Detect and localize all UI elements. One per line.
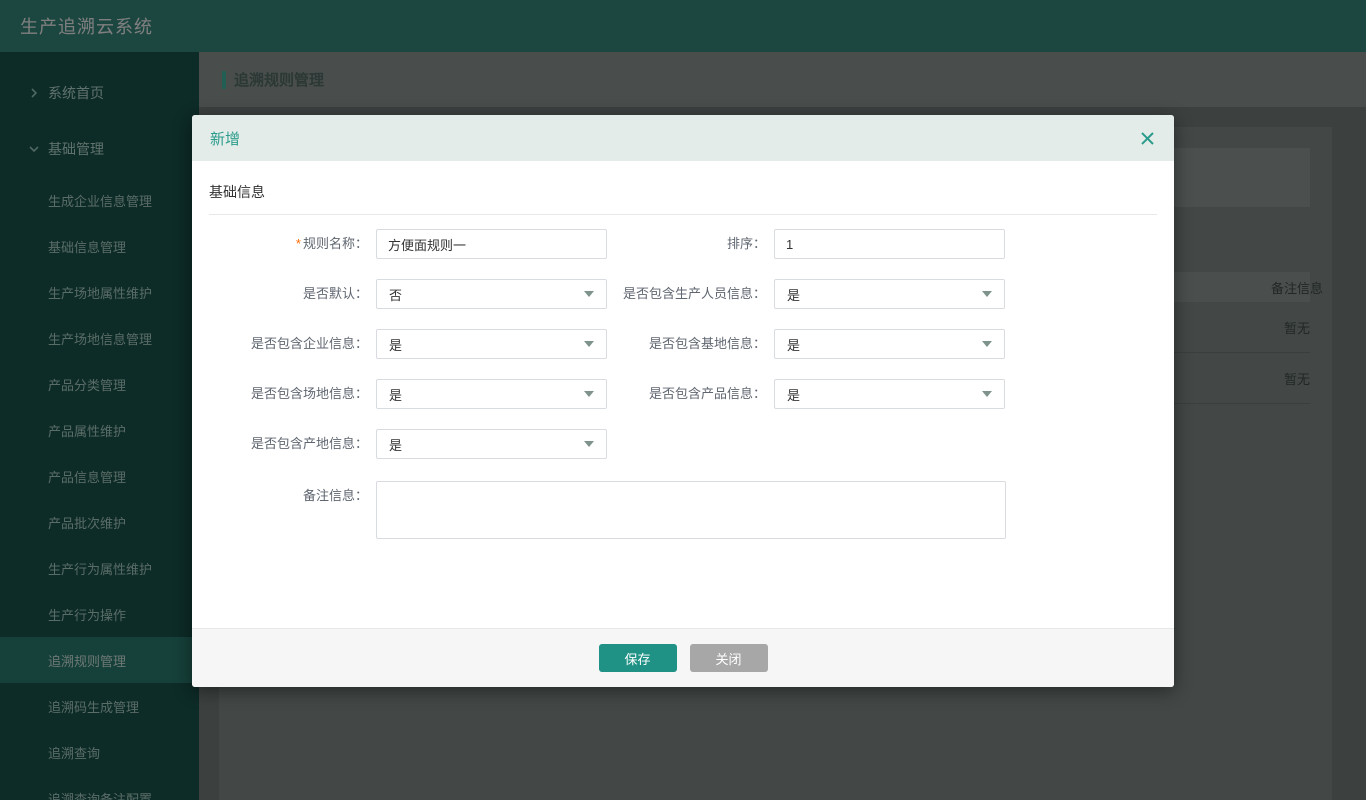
select-value: 是 — [389, 335, 402, 354]
dropdown-caret-icon — [982, 341, 992, 347]
field-include-base: 是否包含基地信息： 是 — [498, 329, 1005, 359]
dropdown-caret-icon — [982, 291, 992, 297]
close-button[interactable]: 关闭 — [690, 644, 768, 672]
modal-footer: 保存 关闭 — [192, 628, 1174, 687]
field-label: 是否包含场地信息： — [192, 379, 368, 409]
field-label: 是否包含企业信息： — [192, 329, 368, 359]
app-root: 生产追溯云系统 系统首页 基础管理 生成企业信息管理 基础信息管理 生产场地属性… — [0, 0, 1366, 800]
select-value: 是 — [389, 385, 402, 404]
dropdown-caret-icon — [982, 391, 992, 397]
field-label: 规则名称： — [303, 236, 368, 251]
field-label: 排序： — [498, 229, 766, 259]
field-label: 是否包含生产人员信息： — [498, 279, 766, 309]
field-remark: 备注信息： — [192, 481, 1006, 539]
field-label: 是否默认： — [192, 279, 368, 309]
save-button[interactable]: 保存 — [599, 644, 677, 672]
field-include-origin: 是否包含产地信息： 是 — [192, 429, 607, 459]
include-base-select[interactable]: 是 — [774, 329, 1005, 359]
include-product-select[interactable]: 是 — [774, 379, 1005, 409]
remark-textarea[interactable] — [376, 481, 1006, 539]
field-sort-order: 排序： — [498, 229, 1005, 259]
field-label: 是否包含产地信息： — [192, 429, 368, 459]
select-value: 是 — [787, 335, 800, 354]
select-value: 是 — [787, 285, 800, 304]
section-title: 基础信息 — [209, 161, 1157, 215]
include-origin-select[interactable]: 是 — [376, 429, 607, 459]
modal-header: 新增 — [192, 115, 1174, 161]
modal-title: 新增 — [210, 128, 240, 149]
field-label: 备注信息： — [192, 481, 368, 511]
select-value: 是 — [787, 385, 800, 404]
sort-order-input[interactable] — [774, 229, 1005, 259]
field-include-product: 是否包含产品信息： 是 — [498, 379, 1005, 409]
field-include-personnel: 是否包含生产人员信息： 是 — [498, 279, 1005, 309]
required-asterisk: * — [296, 236, 301, 251]
field-label: 是否包含产品信息： — [498, 379, 766, 409]
dropdown-caret-icon — [584, 441, 594, 447]
close-icon[interactable] — [1138, 129, 1156, 147]
field-label: 是否包含基地信息： — [498, 329, 766, 359]
add-rule-modal: 新增 基础信息 *规则名称： 排序： 是否默认： 否 是否包含生产人员信息： — [192, 115, 1174, 687]
select-value: 是 — [389, 435, 402, 454]
include-personnel-select[interactable]: 是 — [774, 279, 1005, 309]
select-value: 否 — [389, 285, 402, 304]
